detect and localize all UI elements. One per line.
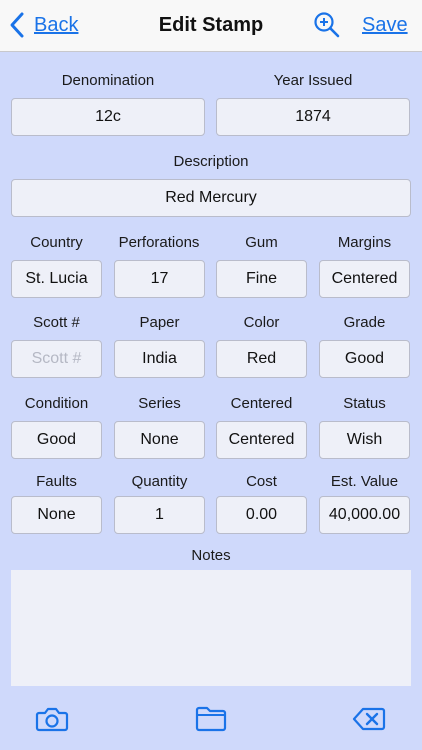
- cost-label: Cost: [246, 473, 277, 490]
- scott-label: Scott #: [33, 314, 80, 331]
- cost-field[interactable]: 0.00: [216, 496, 307, 534]
- series-label: Series: [138, 395, 181, 412]
- paper-field[interactable]: India: [114, 340, 205, 378]
- faults-label: Faults: [36, 473, 77, 490]
- color-label: Color: [243, 314, 280, 331]
- chevron-left-icon: [10, 12, 24, 38]
- quantity-field[interactable]: 1: [114, 496, 205, 534]
- est-value-field[interactable]: 40,000.00: [319, 496, 410, 534]
- condition-label: Condition: [24, 395, 89, 412]
- margins-label: Margins: [337, 234, 392, 251]
- back-label: Back: [34, 13, 79, 36]
- status-label: Status: [343, 395, 386, 412]
- grade-field[interactable]: Good: [319, 340, 410, 378]
- perforations-label: Perforations: [118, 234, 200, 251]
- country-field[interactable]: St. Lucia: [11, 260, 102, 298]
- denomination-label: Denomination: [61, 72, 155, 89]
- perforations-field[interactable]: 17: [114, 260, 205, 298]
- description-label: Description: [173, 153, 249, 170]
- paper-label: Paper: [139, 314, 180, 331]
- status-field[interactable]: Wish: [319, 421, 410, 459]
- centered-field[interactable]: Centered: [216, 421, 307, 459]
- est-value-label: Est. Value: [330, 473, 399, 490]
- quantity-label: Quantity: [131, 473, 188, 490]
- centered-label: Centered: [230, 395, 293, 412]
- color-field[interactable]: Red: [216, 340, 307, 378]
- scott-field[interactable]: Scott #: [11, 340, 102, 378]
- navigation-bar: Back Edit Stamp Save: [0, 0, 422, 52]
- back-button[interactable]: Back: [8, 10, 78, 40]
- save-button[interactable]: Save: [362, 14, 408, 37]
- home-indicator-area: [0, 740, 422, 750]
- faults-field[interactable]: None: [11, 496, 102, 534]
- series-field[interactable]: None: [114, 421, 205, 459]
- condition-field[interactable]: Good: [11, 421, 102, 459]
- zoom-in-icon[interactable]: [313, 11, 341, 39]
- notes-textarea[interactable]: [11, 570, 411, 686]
- camera-icon[interactable]: [35, 704, 69, 734]
- folder-icon[interactable]: [194, 704, 228, 734]
- grade-label: Grade: [343, 314, 386, 331]
- gum-field[interactable]: Fine: [216, 260, 307, 298]
- margins-field[interactable]: Centered: [319, 260, 410, 298]
- description-field[interactable]: Red Mercury: [11, 179, 411, 217]
- year-issued-label: Year Issued: [273, 72, 353, 89]
- gum-label: Gum: [245, 234, 278, 251]
- year-issued-field[interactable]: 1874: [216, 98, 410, 136]
- country-label: Country: [30, 234, 83, 251]
- delete-backspace-icon[interactable]: [352, 704, 386, 734]
- bottom-toolbar: [0, 700, 422, 740]
- notes-label: Notes: [191, 547, 231, 564]
- denomination-field[interactable]: 12c: [11, 98, 205, 136]
